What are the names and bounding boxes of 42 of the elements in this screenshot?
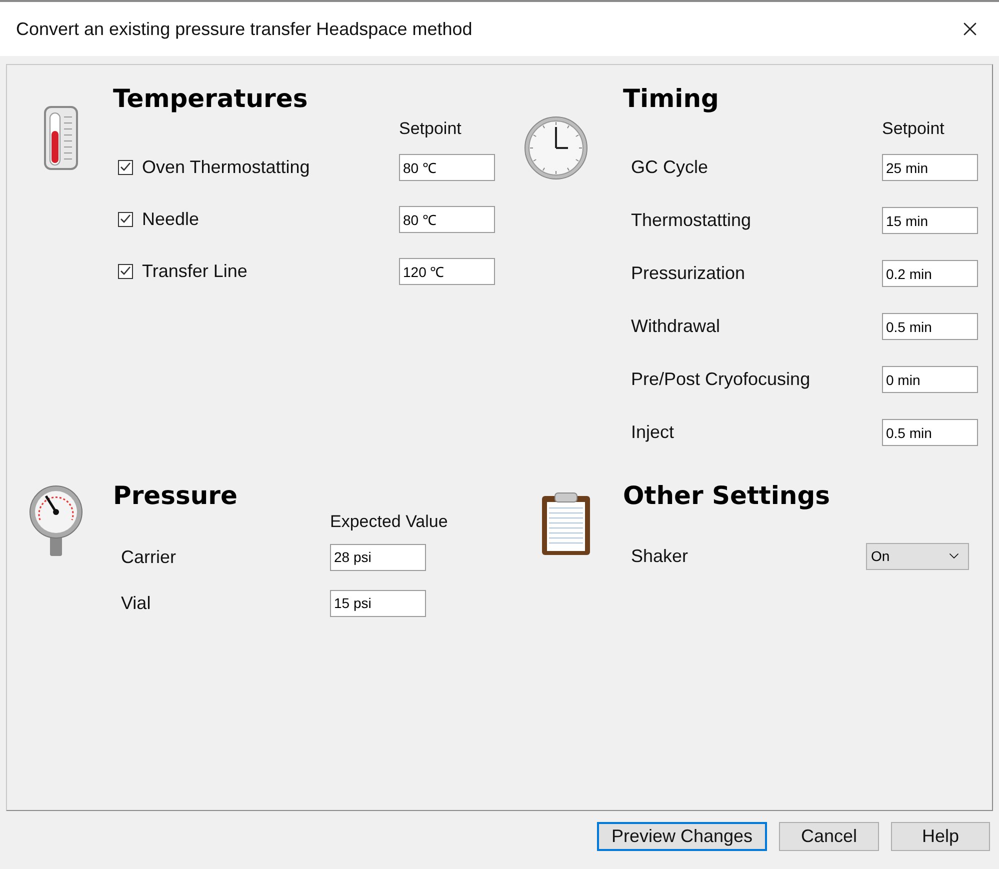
checkbox[interactable] [118,160,133,174]
column-header: Setpoint [882,119,946,140]
checkbox-label: Needle [142,208,200,230]
dropdown[interactable]: On [866,542,969,570]
dialog-button[interactable]: Help [891,822,990,851]
input-field[interactable]: 15 min [882,207,978,234]
input-field[interactable]: 0.5 min [882,313,978,340]
section-heading: Timing [623,83,720,115]
input-field[interactable]: 15 psi [330,590,426,616]
clipboard-icon [541,492,591,556]
input-field[interactable]: 120 ℃ [399,258,495,284]
window-title: Convert an existing pressure transfer Headspace method [16,18,472,40]
dialog-button[interactable]: Cancel [779,822,879,851]
field-label: Vial [120,592,152,614]
input-field[interactable]: 0 min [882,366,978,393]
section-heading: Temperatures [113,83,309,115]
clock-icon [523,115,589,181]
pressure-gauge-icon [28,484,84,558]
input-field[interactable]: 80 ℃ [399,206,495,232]
input-field[interactable]: 28 psi [330,544,426,570]
input-field[interactable]: 0.5 min [882,419,978,446]
field-label: Pre/Post Cryofocusing [630,369,812,390]
field-label: Carrier [120,546,178,568]
checkbox[interactable] [118,264,133,278]
field-label: Pressurization [630,263,746,284]
section-heading: Other Settings [623,480,831,512]
column-header: Expected Value [330,512,448,533]
checkbox-label: Transfer Line [142,260,248,282]
field-label: Shaker [630,546,690,566]
section-heading: Pressure [113,480,238,512]
dialog-button[interactable]: Preview Changes [597,822,767,851]
field-label: Inject [630,422,676,443]
input-field[interactable]: 80 ℃ [399,154,495,180]
input-field[interactable]: 0.2 min [882,260,978,287]
checkbox-label: Oven Thermostatting [142,156,310,178]
field-label: Withdrawal [630,316,722,337]
column-header: Setpoint [399,119,462,140]
field-label: GC Cycle [630,157,710,178]
field-label: Thermostatting [630,210,752,231]
checkbox[interactable] [118,212,133,226]
input-field[interactable]: 25 min [882,154,978,181]
thermometer-icon [43,105,79,171]
